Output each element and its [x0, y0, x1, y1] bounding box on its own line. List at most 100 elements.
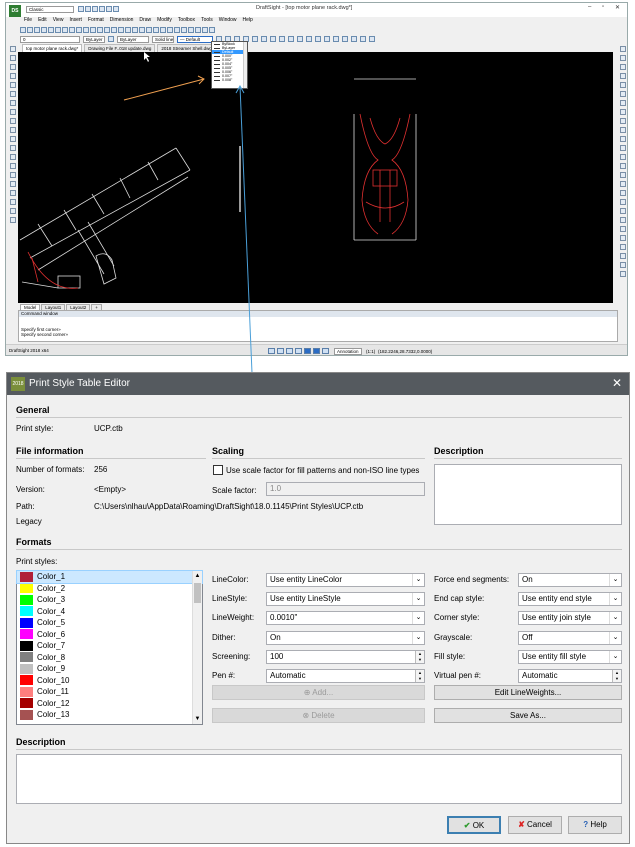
tool-icon[interactable] — [83, 27, 89, 33]
draw-tool-icon[interactable] — [10, 172, 16, 178]
menu-edit[interactable]: Edit — [38, 17, 47, 25]
property-select[interactable]: Use entity LineStyle ⌄ — [266, 592, 425, 607]
scroll-up-icon[interactable]: ▲ — [193, 571, 202, 581]
chevron-down-icon[interactable]: ⌄ — [412, 631, 424, 644]
dropdown-scrollbar[interactable] — [243, 42, 247, 88]
property-select[interactable]: Use entity fill style ⌄ — [518, 649, 622, 664]
chevron-down-icon[interactable]: ⌄ — [412, 612, 424, 625]
menu-view[interactable]: View — [53, 17, 64, 25]
save-as-button[interactable]: Save As... — [434, 708, 622, 723]
property-select[interactable]: Off ⌄ — [518, 630, 622, 645]
print-style-item[interactable]: Color_11 — [17, 686, 202, 698]
property-select[interactable]: Use entity end style ⌄ — [518, 592, 622, 607]
modify-tool-icon[interactable] — [620, 118, 626, 124]
open-icon[interactable] — [85, 6, 91, 12]
tool-icon[interactable] — [252, 36, 258, 42]
tool-icon[interactable] — [20, 27, 26, 33]
ortho-toggle-icon[interactable] — [286, 348, 293, 354]
grid-toggle-icon[interactable] — [277, 348, 284, 354]
draw-tool-icon[interactable] — [10, 73, 16, 79]
print-style-item[interactable]: Color_10 — [17, 675, 202, 687]
property-spinner[interactable]: Automatic ▲ ▼ — [266, 669, 425, 683]
command-window[interactable]: Command window Specify first corner» Spe… — [18, 310, 618, 342]
modify-tool-icon[interactable] — [620, 91, 626, 97]
property-select[interactable]: On ⌄ — [518, 573, 622, 587]
property-spinner[interactable]: 100 ▲ ▼ — [266, 649, 425, 664]
menu-tools[interactable]: Tools — [201, 17, 213, 25]
chevron-down-icon[interactable]: ⌄ — [412, 593, 424, 606]
new-icon[interactable] — [78, 6, 84, 12]
lineweight-combo[interactable]: — Default — [177, 35, 213, 43]
tool-icon[interactable] — [174, 27, 180, 33]
description-textbox[interactable] — [434, 464, 622, 525]
print-style-item[interactable]: Color_2 — [17, 583, 202, 595]
print-style-item[interactable]: Color_9 — [17, 663, 202, 675]
tool-icon[interactable] — [132, 27, 138, 33]
tool-icon[interactable] — [270, 36, 276, 42]
tool-icon[interactable] — [146, 27, 152, 33]
tool-icon[interactable] — [181, 27, 187, 33]
draw-tool-icon[interactable] — [10, 136, 16, 142]
line-combo[interactable]: Solid line — [152, 35, 174, 43]
tool-icon[interactable] — [55, 27, 61, 33]
menu-modify[interactable]: Modify — [157, 17, 172, 25]
tool-icon[interactable] — [279, 36, 285, 42]
modify-tool-icon[interactable] — [620, 55, 626, 61]
modify-tool-icon[interactable] — [620, 73, 626, 79]
add-button[interactable]: ⊕ Add... — [212, 685, 425, 700]
drawing-canvas[interactable] — [18, 52, 613, 303]
modify-tool-icon[interactable] — [620, 82, 626, 88]
edit-lineweights-button[interactable]: Edit LineWeights... — [434, 685, 622, 700]
print-style-item[interactable]: Color_13 — [17, 709, 202, 721]
tool-icon[interactable] — [153, 27, 159, 33]
menu-draw[interactable]: Draw — [139, 17, 151, 25]
ok-button[interactable]: ✔ OK — [447, 816, 501, 834]
lineweight-option[interactable]: 0.008" — [212, 78, 247, 82]
snap-toggle-icon[interactable] — [268, 348, 275, 354]
draw-tool-icon[interactable] — [10, 91, 16, 97]
tool-icon[interactable] — [69, 27, 75, 33]
menu-file[interactable]: File — [24, 17, 32, 25]
print-style-item[interactable]: Color_3 — [17, 594, 202, 606]
annotation-combo[interactable]: Annotation — [334, 348, 362, 355]
chevron-down-icon[interactable]: ⌄ — [412, 574, 424, 586]
format-description-textbox[interactable] — [16, 754, 622, 804]
modify-tool-icon[interactable] — [620, 127, 626, 133]
modify-tool-icon[interactable] — [620, 64, 626, 70]
tool-icon[interactable] — [125, 27, 131, 33]
tool-icon[interactable] — [111, 27, 117, 33]
modify-tool-icon[interactable] — [620, 163, 626, 169]
draw-tool-icon[interactable] — [10, 55, 16, 61]
modify-tool-icon[interactable] — [620, 154, 626, 160]
modify-tool-icon[interactable] — [620, 46, 626, 52]
draw-tool-icon[interactable] — [10, 217, 16, 223]
draw-tool-icon[interactable] — [10, 208, 16, 214]
tool-icon[interactable] — [351, 36, 357, 42]
tool-icon[interactable] — [167, 27, 173, 33]
tool-icon[interactable] — [48, 27, 54, 33]
modify-tool-icon[interactable] — [620, 100, 626, 106]
draw-tool-icon[interactable] — [10, 64, 16, 70]
modify-tool-icon[interactable] — [620, 262, 626, 268]
close-icon[interactable]: ✕ — [612, 376, 622, 390]
tool-icon[interactable] — [297, 36, 303, 42]
draw-tool-icon[interactable] — [10, 109, 16, 115]
tool-icon[interactable] — [104, 27, 110, 33]
draw-tool-icon[interactable] — [10, 100, 16, 106]
tool-icon[interactable] — [62, 27, 68, 33]
tool-icon[interactable] — [209, 27, 215, 33]
tool-icon[interactable] — [108, 36, 114, 42]
menu-window[interactable]: Window — [219, 17, 237, 25]
layer-combo[interactable]: 0 — [20, 35, 80, 43]
scale-factor-checkbox[interactable] — [213, 465, 223, 475]
print-style-item[interactable]: Color_6 — [17, 629, 202, 641]
tool-icon[interactable] — [306, 36, 312, 42]
chevron-down-icon[interactable]: ⌄ — [609, 593, 621, 606]
modify-tool-icon[interactable] — [620, 109, 626, 115]
tool-icon[interactable] — [369, 36, 375, 42]
menu-insert[interactable]: Insert — [69, 17, 82, 25]
chevron-down-icon[interactable]: ⌄ — [609, 650, 621, 663]
modify-tool-icon[interactable] — [620, 253, 626, 259]
modify-tool-icon[interactable] — [620, 208, 626, 214]
modify-tool-icon[interactable] — [620, 136, 626, 142]
